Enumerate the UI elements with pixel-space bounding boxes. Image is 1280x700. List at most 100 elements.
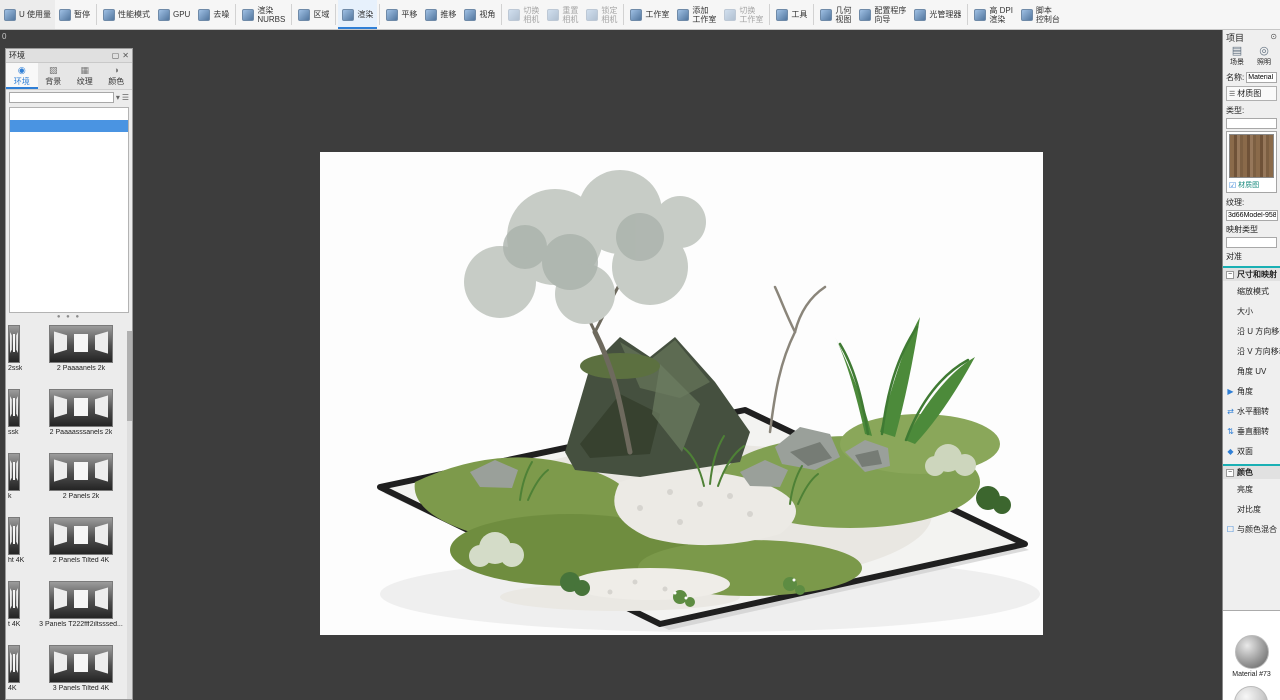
property-row[interactable]: ▶ 角度 (1223, 381, 1280, 401)
type-select[interactable] (1226, 118, 1277, 129)
pin-icon[interactable]: ⊙ (1270, 33, 1277, 41)
texture-map-label: 材质图 (1238, 182, 1260, 189)
thumbnail-item[interactable]: 2 Panels 2k (30, 451, 132, 515)
texture-map-row[interactable]: ☑ 材质图 (1229, 180, 1274, 190)
hdri-thumbnail[interactable] (49, 325, 113, 363)
checked-checkbox-icon[interactable]: ☑ (1229, 181, 1236, 190)
mapping-type-select[interactable] (1226, 237, 1277, 248)
thumbnail-item-clipped[interactable]: 2ssk (6, 323, 30, 387)
toolbar-item[interactable]: 锁定 相机 (582, 0, 621, 29)
thumbnail-item-clipped[interactable]: ht 4K (6, 515, 30, 579)
toolbar-item[interactable]: 区域 (294, 0, 333, 29)
toolbar-item[interactable]: 暂停 (55, 0, 94, 29)
environment-tree-list[interactable] (9, 107, 129, 313)
toolbar-item[interactable]: 平移 (382, 0, 421, 29)
project-panel-titlebar: 项目 ⊙ (1223, 30, 1280, 44)
list-view-icon[interactable]: ☰ (122, 93, 129, 102)
hdri-thumbnail[interactable] (8, 325, 20, 363)
filter-icon[interactable]: ▾ (116, 93, 120, 102)
toolbar-item[interactable]: 切换 工作室 (720, 0, 767, 29)
toolbar-item-icon (630, 8, 643, 21)
hdri-thumbnail[interactable] (8, 389, 20, 427)
toolbar-item[interactable]: 添加 工作室 (673, 0, 720, 29)
hdri-thumbnail[interactable] (49, 389, 113, 427)
tree-row[interactable] (10, 108, 128, 120)
toolbar-item[interactable]: 渲染 (338, 0, 378, 29)
environment-tab[interactable]: ◉ 环境 (6, 63, 38, 89)
toolbar-item[interactable]: 性能模式 (99, 0, 154, 29)
hdri-thumbnail[interactable] (49, 645, 113, 683)
property-row[interactable]: 角度 UV (1223, 361, 1280, 381)
toolbar-item[interactable]: 工具 (772, 0, 811, 29)
close-icon[interactable]: ✕ (122, 51, 129, 60)
hdri-thumbnail[interactable] (49, 453, 113, 491)
thumbnail-item-clipped[interactable]: k (6, 451, 30, 515)
environment-panel-titlebar: 环境 ▢ ✕ (6, 49, 132, 63)
toolbar-item[interactable]: 推移 (421, 0, 460, 29)
toolbar-item-label: 切换 相机 (523, 5, 540, 24)
property-row[interactable]: ⇄ 水平翻转 (1223, 401, 1280, 421)
hdri-thumbnail[interactable] (8, 517, 20, 555)
collapse-icon[interactable]: − (1226, 270, 1234, 279)
property-row[interactable]: 沿 U 方向移动 (1223, 321, 1280, 341)
property-row[interactable]: 沿 V 方向移动 (1223, 341, 1280, 361)
thumbnail-item-clipped[interactable]: ssk (6, 387, 30, 451)
environment-tab[interactable]: ▦ 纹理 (69, 63, 101, 89)
property-row[interactable]: ☐ 与颜色混合 (1223, 519, 1280, 539)
render-viewport[interactable] (320, 152, 1043, 635)
toolbar-item[interactable]: GPU (154, 0, 194, 29)
hdri-thumbnail[interactable] (49, 517, 113, 555)
tree-row-selected[interactable] (10, 120, 128, 132)
scrollbar-thumb[interactable] (127, 331, 132, 421)
thumbnail-item[interactable]: 3 Panels T222fff2iltsssed... (30, 579, 132, 643)
toolbar-item[interactable]: 重置 相机 (543, 0, 582, 29)
toolbar-item[interactable]: 切换 相机 (504, 0, 543, 29)
thumbnail-label: 3 Panels T222fff2iltsssed... (39, 621, 123, 628)
splitter-handle[interactable]: ● ● ● (6, 313, 132, 323)
property-row[interactable]: 对比度 (1223, 499, 1280, 519)
environment-tab[interactable]: ◑ 颜色 (101, 63, 133, 89)
material-item[interactable]: Material #68 M... (1225, 686, 1277, 700)
toolbar-item[interactable]: 几何 视图 (816, 0, 855, 29)
toolbar-item[interactable]: 渲染 NURBS (238, 0, 289, 29)
collapse-icon[interactable]: − (1226, 468, 1234, 477)
material-name-input[interactable] (1246, 72, 1277, 83)
search-input[interactable] (9, 92, 114, 103)
property-row[interactable]: 大小 (1223, 301, 1280, 321)
toolbar-item-icon (724, 8, 737, 21)
toolbar-item[interactable]: 脚本 控制台 (1017, 0, 1064, 29)
project-nav-item[interactable]: ◎ 照明 (1253, 45, 1275, 67)
thumbnail-item-clipped[interactable]: t 4K (6, 579, 30, 643)
hdri-thumbnail[interactable] (8, 645, 20, 683)
thumbnail-item-clipped[interactable]: 4K (6, 643, 30, 699)
toolbar-item-label: 渲染 NURBS (257, 5, 286, 24)
toolbar-item[interactable]: 视角 (460, 0, 499, 29)
section-size-mapping[interactable]: − 尺寸和映射 (1223, 266, 1280, 281)
dock-icon[interactable]: ▢ (112, 51, 120, 60)
toolbar-item[interactable]: 高 DPI 渲染 (970, 0, 1017, 29)
thumbnail-item[interactable]: 2 Paaaasssanels 2k (30, 387, 132, 451)
toolbar-item[interactable]: 去噪 (194, 0, 233, 29)
property-row[interactable]: 缩放模式 (1223, 281, 1280, 301)
toolbar-item[interactable]: 工作室 (626, 0, 673, 29)
thumbnail-item[interactable]: 2 Panels Tilted 4K (30, 515, 132, 579)
toolbar-item[interactable]: 配置程序 向导 (855, 0, 910, 29)
hdri-thumbnail[interactable] (49, 581, 113, 619)
toolbar-item[interactable]: U 使用量 (0, 0, 55, 29)
thumbnail-item[interactable]: 2 Paaaanels 2k (30, 323, 132, 387)
texture-preview[interactable]: ☑ 材质图 (1226, 131, 1277, 193)
texture-name-input[interactable] (1226, 210, 1278, 221)
thumbnail-item[interactable]: 3 Panels Tilted 4K (30, 643, 132, 699)
section-color[interactable]: − 颜色 (1223, 464, 1280, 479)
hdri-thumbnail[interactable] (8, 581, 20, 619)
material-item[interactable]: Material #73 (1232, 635, 1271, 678)
property-row[interactable]: 亮度 (1223, 479, 1280, 499)
toolbar-item[interactable]: 光管理器 (910, 0, 965, 29)
property-row[interactable]: ◆ 双面 (1223, 441, 1280, 461)
project-nav-item[interactable]: ▤ 场景 (1226, 45, 1248, 67)
property-row[interactable]: ⇅ 垂直翻转 (1223, 421, 1280, 441)
material-graph-button[interactable]: ☰ 材质图 (1226, 86, 1277, 101)
environment-tab[interactable]: ▨ 背景 (38, 63, 70, 89)
scrollbar[interactable] (127, 331, 132, 699)
hdri-thumbnail[interactable] (8, 453, 20, 491)
